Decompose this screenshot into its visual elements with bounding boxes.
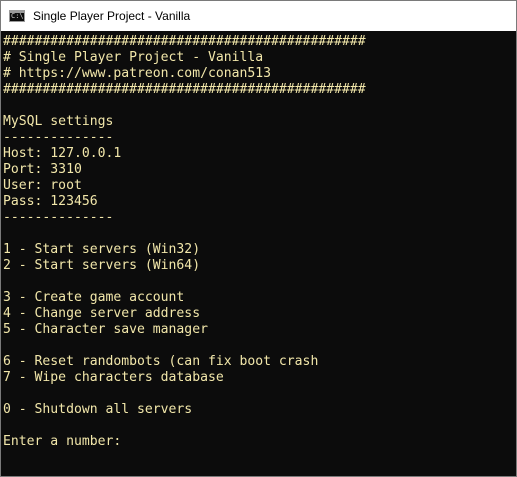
console-line: -------------- bbox=[3, 130, 114, 145]
console-lines: ########################################… bbox=[3, 34, 366, 450]
console-output[interactable]: ########################################… bbox=[1, 31, 516, 476]
console-line: 6 - Reset randombots (can fix boot crash bbox=[3, 354, 319, 369]
console-line: User: root bbox=[3, 178, 82, 193]
console-line: -------------- bbox=[3, 210, 114, 225]
console-line: Port: 3310 bbox=[3, 162, 82, 177]
console-line: # Single Player Project - Vanilla bbox=[3, 50, 264, 65]
console-line: 7 - Wipe characters database bbox=[3, 370, 224, 385]
title-bar[interactable]: C:\ Single Player Project - Vanilla bbox=[1, 1, 516, 31]
console-window: C:\ Single Player Project - Vanilla ####… bbox=[0, 0, 517, 477]
console-line: 5 - Character save manager bbox=[3, 322, 208, 337]
console-line: Host: 127.0.0.1 bbox=[3, 146, 122, 161]
console-line: 4 - Change server address bbox=[3, 306, 201, 321]
console-line: 0 - Shutdown all servers bbox=[3, 402, 193, 417]
window-title: Single Player Project - Vanilla bbox=[33, 9, 191, 23]
console-line: ########################################… bbox=[3, 34, 366, 49]
console-line: # https://www.patreon.com/conan513 bbox=[3, 66, 272, 81]
console-line: 1 - Start servers (Win32) bbox=[3, 242, 201, 257]
console-line: ########################################… bbox=[3, 82, 366, 97]
console-line: Enter a number: bbox=[3, 434, 122, 449]
console-line: 3 - Create game account bbox=[3, 290, 185, 305]
console-icon: C:\ bbox=[9, 10, 25, 22]
console-line: MySQL settings bbox=[3, 114, 114, 129]
console-line: Pass: 123456 bbox=[3, 194, 98, 209]
console-line: 2 - Start servers (Win64) bbox=[3, 258, 201, 273]
